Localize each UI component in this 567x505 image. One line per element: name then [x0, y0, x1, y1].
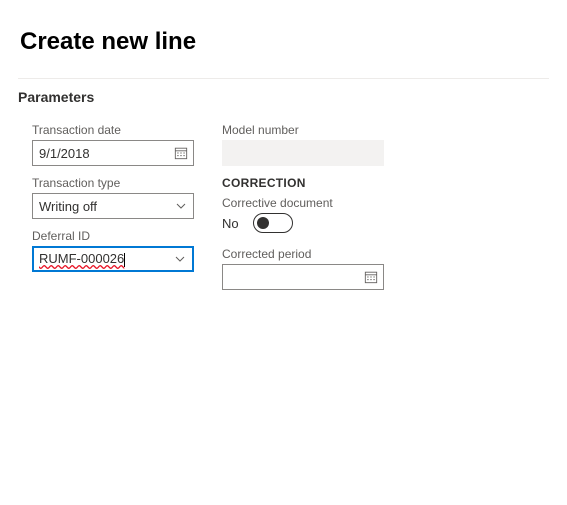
transaction-type-select-wrap — [32, 193, 194, 219]
section-divider — [18, 78, 549, 79]
parameters-form: Transaction date — [18, 123, 549, 300]
model-number-input-wrap — [222, 140, 384, 166]
deferral-id-label: Deferral ID — [32, 229, 194, 243]
corrective-document-toggle[interactable] — [253, 213, 293, 233]
corrected-period-group: Corrected period — [222, 247, 402, 290]
left-column: Transaction date — [32, 123, 194, 300]
transaction-type-label: Transaction type — [32, 176, 194, 190]
page-title: Create new line — [18, 28, 549, 56]
right-column: Model number CORRECTION Corrective docum… — [222, 123, 402, 300]
text-caret — [124, 253, 125, 267]
transaction-date-input-wrap — [32, 140, 194, 166]
toggle-knob — [257, 217, 269, 229]
model-number-input[interactable] — [222, 140, 384, 166]
chevron-down-icon[interactable] — [168, 248, 192, 270]
correction-heading: CORRECTION — [222, 176, 402, 190]
transaction-date-group: Transaction date — [32, 123, 194, 166]
corrective-document-group: Corrective document No — [222, 196, 402, 233]
calendar-icon[interactable] — [169, 141, 193, 165]
corrective-document-toggle-row: No — [222, 213, 402, 233]
transaction-type-group: Transaction type — [32, 176, 194, 219]
deferral-id-value: RUMF-000026 — [39, 251, 124, 266]
model-number-label: Model number — [222, 123, 402, 137]
calendar-icon[interactable] — [359, 265, 383, 289]
transaction-date-label: Transaction date — [32, 123, 194, 137]
corrected-period-input-wrap — [222, 264, 384, 290]
corrected-period-label: Corrected period — [222, 247, 402, 261]
deferral-id-group: Deferral ID RUMF-000026 — [32, 229, 194, 272]
corrective-document-label: Corrective document — [222, 196, 402, 210]
corrective-document-value: No — [222, 216, 239, 231]
parameters-section-header[interactable]: Parameters — [18, 89, 549, 105]
chevron-down-icon[interactable] — [169, 194, 193, 218]
model-number-group: Model number — [222, 123, 402, 166]
deferral-id-select-wrap: RUMF-000026 — [32, 246, 194, 272]
